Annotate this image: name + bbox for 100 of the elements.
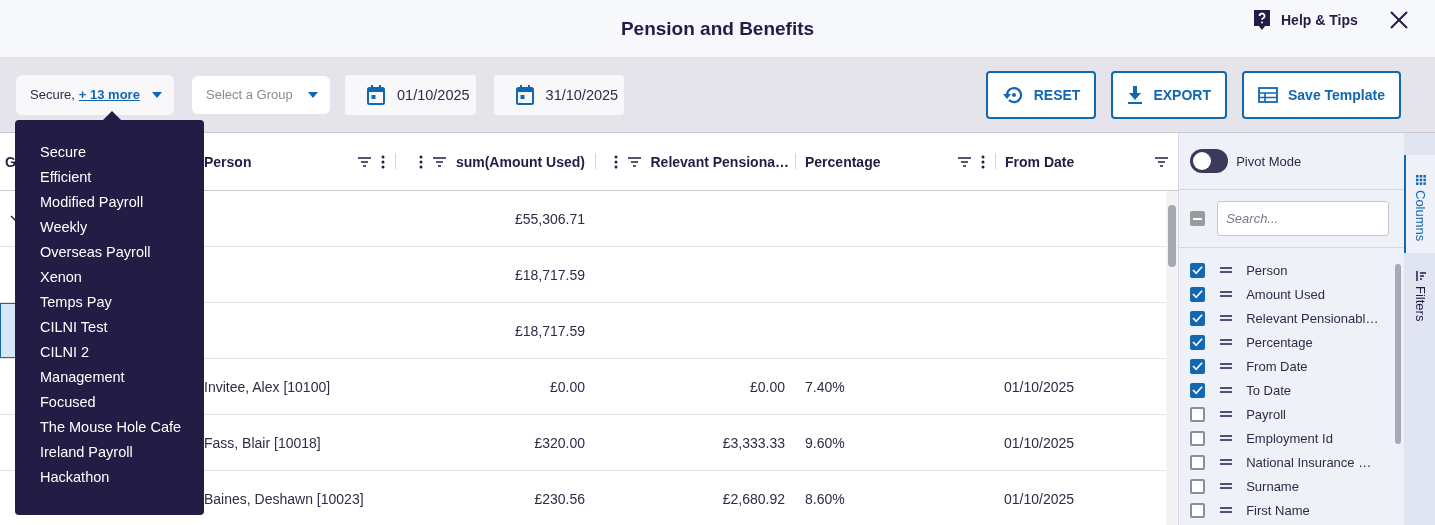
drag-handle-icon[interactable] <box>1220 387 1233 393</box>
reset-button[interactable]: RESET <box>985 70 1097 119</box>
table-cell: £3,333.33 <box>722 434 785 451</box>
table-cell: £2,680.92 <box>722 490 785 507</box>
more-link[interactable]: + 13 more <box>78 87 140 102</box>
table-cell: £55,306.71 <box>514 210 585 227</box>
help-icon[interactable] <box>1252 9 1272 31</box>
table-cell: 01/10/2025 <box>1004 378 1075 395</box>
menu-item[interactable]: Ireland Payroll <box>40 440 204 465</box>
menu-item[interactable]: CILNI 2 <box>40 340 204 365</box>
table-cell: Invitee, Alex [10100] <box>204 378 331 395</box>
column-menu-icon[interactable] <box>981 154 985 169</box>
menu-item[interactable]: Hackathon <box>40 465 204 490</box>
checkbox[interactable] <box>1190 310 1206 326</box>
side-tab[interactable]: Columns <box>1404 155 1435 254</box>
calendar-icon <box>367 84 385 105</box>
date-field[interactable]: 31/10/2025 <box>493 74 625 115</box>
column-name: National Insurance … <box>1246 454 1372 470</box>
checkbox[interactable] <box>1190 358 1206 374</box>
payroll-dropdown[interactable]: Secure, + 13 more <box>16 74 174 115</box>
menu-item[interactable]: Efficient <box>40 165 204 190</box>
menu-item[interactable]: Secure <box>40 140 204 165</box>
caret-icon <box>152 91 162 98</box>
help-link[interactable]: Help & Tips <box>1281 12 1358 28</box>
table-cell: £18,717.59 <box>514 266 585 283</box>
checkbox[interactable] <box>1190 334 1206 350</box>
table-cell: 8.60% <box>805 490 845 507</box>
column-header[interactable]: Relevant Pensiona… <box>595 133 795 190</box>
column-menu-icon[interactable] <box>381 154 385 169</box>
filter-icon[interactable] <box>1155 156 1169 167</box>
menu-item[interactable]: Modified Payroll <box>40 190 204 215</box>
table-cell: £320.00 <box>534 434 585 451</box>
menu-item[interactable]: CILNI Test <box>40 315 204 340</box>
column-name: Person <box>1246 262 1288 278</box>
date-field[interactable]: 01/10/2025 <box>345 74 476 115</box>
column-header[interactable]: sum(Amount Used) <box>395 133 595 190</box>
drag-handle-icon[interactable] <box>1220 315 1233 321</box>
filter-icon[interactable] <box>358 156 371 167</box>
reset-icon <box>1001 84 1024 105</box>
column-name: From Date <box>1246 358 1308 374</box>
checkbox[interactable] <box>1190 262 1206 278</box>
drag-handle-icon[interactable] <box>1220 339 1233 345</box>
menu-item[interactable]: Temps Pay <box>40 290 204 315</box>
column-name: Relevant Pensionabl… <box>1246 310 1379 326</box>
table-cell: Fass, Blair [10018] <box>204 434 321 451</box>
scrollbar-thumb[interactable] <box>1168 205 1177 267</box>
menu-item[interactable]: Xenon <box>40 265 204 290</box>
column-menu-icon[interactable] <box>613 154 618 169</box>
side-tab[interactable]: Filters <box>1404 253 1435 334</box>
filter-icon[interactable] <box>958 156 971 167</box>
export-button[interactable]: EXPORT <box>1111 70 1227 119</box>
checkbox[interactable] <box>1190 286 1206 302</box>
drag-handle-icon[interactable] <box>1220 291 1233 297</box>
menu-item[interactable]: Management <box>40 365 204 390</box>
payroll-value: Secure, <box>30 87 75 102</box>
drag-handle-icon[interactable] <box>1220 363 1233 369</box>
drag-handle-icon[interactable] <box>1220 435 1233 441</box>
select-all-checkbox[interactable] <box>1190 211 1206 226</box>
checkbox[interactable] <box>1190 430 1206 446</box>
drag-handle-icon[interactable] <box>1220 411 1233 417</box>
drag-handle-icon[interactable] <box>1220 483 1233 489</box>
drag-handle-icon[interactable] <box>1220 459 1233 465</box>
group-select[interactable]: Select a Group <box>192 75 330 114</box>
column-name: Employment Id <box>1246 430 1333 446</box>
pivot-toggle[interactable] <box>1190 149 1229 173</box>
filter-icon[interactable] <box>432 156 446 167</box>
menu-item[interactable]: The Mouse Hole Cafe <box>40 415 204 440</box>
checkbox[interactable] <box>1190 502 1206 518</box>
close-icon[interactable] <box>1390 11 1408 29</box>
download-icon <box>1127 85 1144 104</box>
checkbox[interactable] <box>1190 454 1206 470</box>
menu-item[interactable]: Weekly <box>40 215 204 240</box>
menu-item[interactable]: Overseas Payroll <box>40 240 204 265</box>
column-menu-icon[interactable] <box>418 154 423 169</box>
column-header[interactable]: From Date <box>995 133 1179 190</box>
save-template-button[interactable]: Save Template <box>1242 70 1401 119</box>
pivot-label: Pivot Mode <box>1236 153 1302 169</box>
column-name: Surname <box>1246 478 1299 494</box>
calendar-icon <box>515 84 534 105</box>
filter-icon <box>1415 271 1426 282</box>
table-cell: £18,717.59 <box>514 322 585 339</box>
table-cell: 01/10/2025 <box>1004 490 1075 507</box>
drag-handle-icon[interactable] <box>1220 267 1233 273</box>
table-cell: £0.00 <box>749 378 785 395</box>
column-name: Payroll <box>1246 406 1286 422</box>
filter-icon[interactable] <box>627 156 641 167</box>
grid-icon <box>1415 175 1426 185</box>
search-field[interactable]: Search... <box>1217 201 1390 236</box>
page-title: Pension and Benefits <box>620 17 815 40</box>
caret-icon <box>308 91 318 98</box>
menu-item[interactable]: Focused <box>40 390 204 415</box>
drag-handle-icon[interactable] <box>1220 507 1233 513</box>
scrollbar-thumb[interactable] <box>1395 264 1401 444</box>
checkbox[interactable] <box>1190 406 1206 422</box>
checkbox[interactable] <box>1190 478 1206 494</box>
column-name: First Name <box>1246 502 1310 518</box>
column-header[interactable]: Percentage <box>795 133 995 190</box>
checkbox[interactable] <box>1190 382 1206 398</box>
table-icon <box>1258 86 1278 103</box>
column-name: To Date <box>1246 382 1291 398</box>
